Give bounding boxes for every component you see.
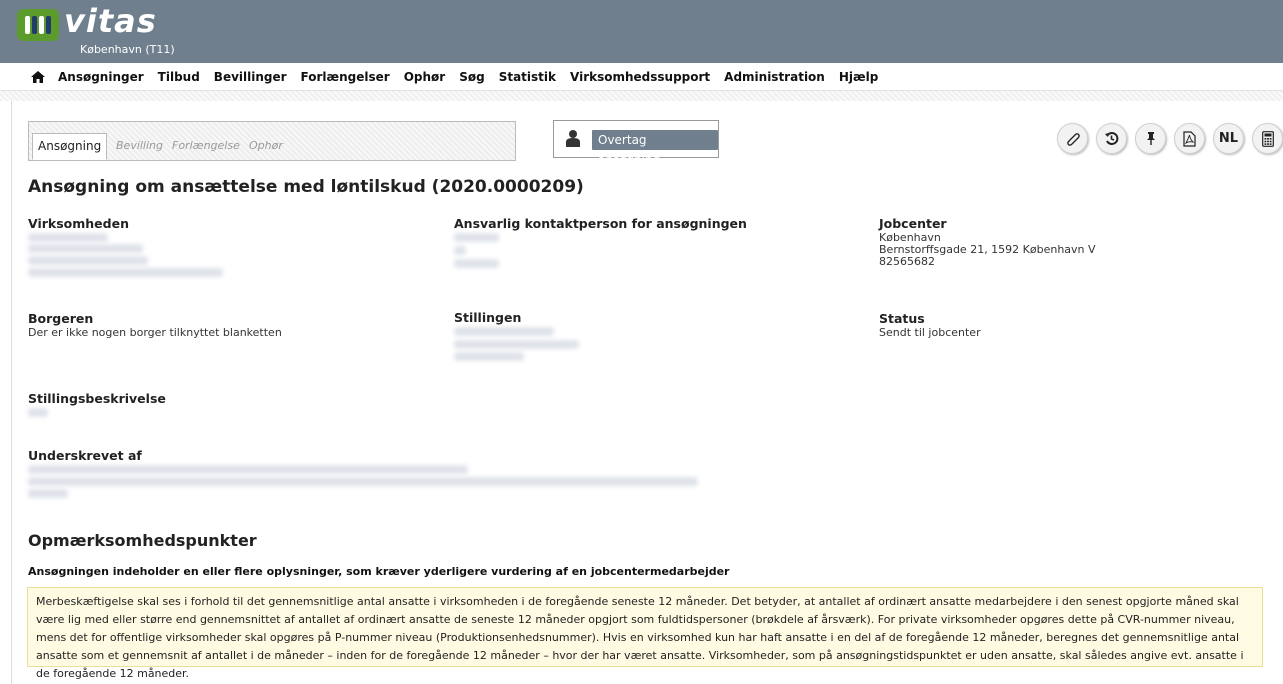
paperclip-icon[interactable] <box>1057 123 1088 154</box>
pdf-icon[interactable] <box>1174 123 1205 154</box>
redacted-text <box>28 244 143 253</box>
history-icon[interactable] <box>1096 123 1127 154</box>
jobcenter-name: København <box>879 231 941 244</box>
vitas-logo[interactable] <box>17 9 59 41</box>
takeover-panel: Overtag ansøgning <box>553 120 719 167</box>
redacted-text <box>454 352 524 361</box>
nav-ophoer[interactable]: Ophør <box>404 70 446 84</box>
tab-bar: Ansøgning Bevilling Forlængelse Ophør <box>28 121 516 161</box>
tab-bevilling[interactable]: Bevilling <box>111 133 168 158</box>
redacted-text <box>28 256 148 265</box>
redacted-text <box>28 233 108 242</box>
kontaktperson-label: Ansvarlig kontaktperson for ansøgningen <box>454 216 747 231</box>
redacted-text <box>28 408 48 417</box>
stillingsbeskrivelse-label: Stillingsbeskrivelse <box>28 391 166 406</box>
redacted-text <box>454 259 499 268</box>
calculator-icon[interactable] <box>1252 123 1283 154</box>
person-icon <box>566 129 580 147</box>
header-divider <box>0 91 1283 101</box>
page-title: Ansøgning om ansættelse med løntilskud (… <box>28 177 584 197</box>
opmaerksomhed-notice: Merbeskæftigelse skal ses i forhold til … <box>27 587 1263 680</box>
redacted-text <box>454 246 466 255</box>
tab-ophoer[interactable]: Ophør <box>244 133 288 158</box>
app-header: vitas København (T11) <box>0 0 1283 63</box>
redacted-text <box>454 233 499 242</box>
stillingen-label: Stillingen <box>454 310 522 325</box>
opmaerksomhed-title: Opmærksomhedspunkter <box>28 531 257 550</box>
borgeren-value: Der er ikke nogen borger tilknyttet blan… <box>28 326 282 339</box>
tab-ansoegning[interactable]: Ansøgning <box>32 133 108 160</box>
status-label: Status <box>879 311 925 326</box>
redacted-text <box>28 477 698 486</box>
content-border <box>11 101 12 684</box>
jobcenter-label: Jobcenter <box>879 216 947 231</box>
nav-bevillinger[interactable]: Bevillinger <box>214 70 287 84</box>
main-nav: Ansøgninger Tilbud Bevillinger Forlængel… <box>0 63 1283 91</box>
borgeren-label: Borgeren <box>28 311 94 326</box>
nav-soeg[interactable]: Søg <box>459 70 484 84</box>
takeover-button[interactable]: Overtag ansøgning <box>592 130 718 167</box>
tab-forlaengelse[interactable]: Forlængelse <box>167 133 245 158</box>
nav-administration[interactable]: Administration <box>724 70 825 84</box>
redacted-text <box>28 465 468 474</box>
redacted-text <box>28 489 68 498</box>
nav-ansoegninger[interactable]: Ansøgninger <box>58 70 144 84</box>
nav-forlaengelser[interactable]: Forlængelser <box>301 70 390 84</box>
redacted-text <box>454 340 579 349</box>
brand-subtitle: København (T11) <box>80 43 175 56</box>
nav-tilbud[interactable]: Tilbud <box>158 70 200 84</box>
nav-statistik[interactable]: Statistik <box>499 70 556 84</box>
jobcenter-address: Bernstorffsgade 21, 1592 København V <box>879 243 1096 256</box>
virksomheden-label: Virksomheden <box>28 216 129 231</box>
nav-hjaelp[interactable]: Hjælp <box>839 70 878 84</box>
home-icon[interactable] <box>30 70 48 84</box>
jobcenter-phone: 82565682 <box>879 255 935 268</box>
opmaerksomhed-heading: Ansøgningen indeholder en eller flere op… <box>28 565 730 578</box>
nl-button[interactable]: NL <box>1213 123 1244 154</box>
status-value: Sendt til jobcenter <box>879 326 981 339</box>
brand-name: vitas <box>64 2 157 40</box>
pin-icon[interactable] <box>1135 123 1166 154</box>
redacted-text <box>28 268 223 277</box>
action-buttons: NL <box>1057 123 1283 154</box>
redacted-text <box>454 327 554 336</box>
underskrevet-label: Underskrevet af <box>28 448 142 463</box>
nav-virksomhedssupport[interactable]: Virksomhedssupport <box>570 70 710 84</box>
